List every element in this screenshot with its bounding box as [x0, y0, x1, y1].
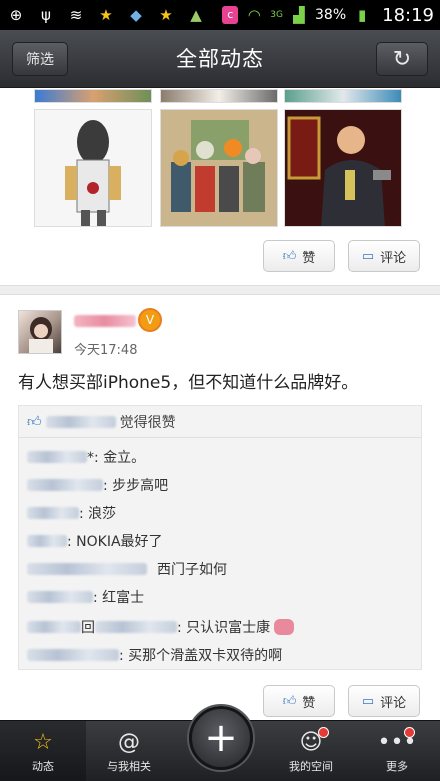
- photo-thumbnail[interactable]: [160, 109, 278, 227]
- battery-percent: 38%: [315, 7, 347, 23]
- photo-thumbnail[interactable]: [284, 89, 402, 103]
- comment-reply-text: 回: [81, 620, 95, 636]
- add-icon: ⊕: [9, 6, 23, 24]
- compose-button[interactable]: +: [189, 706, 253, 770]
- photo-thumbnail[interactable]: [34, 109, 152, 227]
- comment-icon: ▭: [361, 693, 375, 709]
- nav-label: 与我相关: [107, 759, 151, 773]
- comment-button[interactable]: ▭ 评论: [348, 240, 420, 272]
- comment-item[interactable]: 西门子如何: [27, 558, 227, 580]
- nav-label: 更多: [386, 759, 408, 773]
- likes-text: 觉得很赞: [119, 414, 176, 431]
- android-icon: ▲: [190, 6, 202, 24]
- likes-row[interactable]: 👍︎ 觉得很赞: [19, 406, 421, 438]
- battery-icon: ▮: [357, 6, 367, 24]
- photo-thumbnail[interactable]: [34, 89, 152, 103]
- commenter-blurred: [27, 649, 119, 661]
- commenter-blurred: [27, 621, 81, 633]
- refresh-icon: ↻: [392, 46, 412, 72]
- comment-text: : NOKIA最好了: [67, 534, 163, 550]
- like-button[interactable]: 👍︎ 赞: [263, 240, 335, 272]
- commenter-blurred: [27, 507, 79, 519]
- nav-item-mentions[interactable]: @ 与我相关: [86, 721, 172, 781]
- like-label: 赞: [302, 250, 316, 266]
- comment-label: 评论: [380, 250, 407, 266]
- clock: 18:19: [382, 4, 434, 26]
- title-bar: 全部动态 筛选 ↻: [0, 30, 440, 88]
- comment-text: : 只认识富士康: [177, 620, 271, 636]
- comment-item[interactable]: : NOKIA最好了: [27, 530, 163, 552]
- avatar[interactable]: [18, 310, 62, 354]
- nav-item-feed[interactable]: ☆ 动态: [0, 721, 86, 781]
- comment-item[interactable]: 回 : 只认识富士康: [27, 616, 295, 638]
- comment-text: *: 金立。: [87, 450, 146, 466]
- commenter-blurred: [27, 535, 67, 547]
- nav-label: 动态: [32, 759, 54, 773]
- star-icon: ☆: [33, 729, 53, 755]
- comment-text: : 浪莎: [79, 506, 117, 522]
- reply-target-blurred: [95, 621, 177, 633]
- like-button[interactable]: 👍︎ 赞: [263, 685, 335, 717]
- status-bar: ⊕ ψ ≋ ★ ◆ ★ ▲ c ◠ 3G ▟ 38% ▮ 18:19: [0, 0, 440, 30]
- commenter-blurred: [27, 479, 103, 491]
- refresh-button[interactable]: ↻: [376, 42, 428, 76]
- comment-item[interactable]: *: 金立。: [27, 446, 145, 468]
- post-divider: [0, 285, 440, 295]
- pin-icon: ◆: [130, 6, 142, 24]
- comment-text: : 红富士: [93, 590, 145, 606]
- comments-box: 👍︎ 觉得很赞 *: 金立。 : 步步高吧 : 浪莎 : NOKIA最好了 西门…: [18, 405, 422, 670]
- illustration-image: [285, 110, 401, 226]
- post-text: 有人想买部iPhone5，但不知道什么品牌好。: [18, 373, 359, 393]
- star-icon: ★: [99, 6, 113, 24]
- thumbs-up-icon: 👍︎: [27, 414, 42, 430]
- network-type: 3G: [270, 10, 283, 20]
- comment-button[interactable]: ▭ 评论: [348, 685, 420, 717]
- avatar-image: [29, 317, 53, 353]
- thumbs-up-icon: 👍︎: [282, 693, 297, 709]
- nav-item-more[interactable]: ••• 更多: [354, 721, 440, 781]
- at-icon: @: [118, 729, 140, 755]
- illustration-image: [65, 120, 121, 226]
- feed[interactable]: 👍︎ 赞 ▭ 评论 V 今天17:48 有人想买部iPhone5，但不知道什么品…: [0, 89, 440, 720]
- comment-text: 西门子如何: [157, 562, 227, 578]
- thumbs-up-icon: 👍︎: [282, 248, 297, 264]
- comment-label: 评论: [380, 695, 407, 711]
- commenter-blurred: [27, 451, 87, 463]
- commenter-blurred: [27, 563, 147, 575]
- illustration-image: [161, 110, 277, 226]
- notification-dot: [404, 727, 415, 738]
- comment-item[interactable]: : 买那个滑盖双卡双待的啊: [27, 644, 282, 666]
- comment-icon: ▭: [361, 248, 375, 264]
- comment-text: : 买那个滑盖双卡双待的啊: [119, 648, 283, 664]
- notification-app-icon: c: [222, 6, 239, 24]
- photo-thumbnail[interactable]: [160, 89, 278, 103]
- comment-item[interactable]: : 红富士: [27, 586, 144, 608]
- comment-text: : 步步高吧: [103, 478, 169, 494]
- nav-label: 我的空间: [289, 759, 333, 773]
- post-time: 今天17:48: [74, 343, 138, 358]
- nav-item-my-space[interactable]: ☺ 我的空间: [268, 721, 354, 781]
- usb-icon: ψ: [41, 6, 51, 24]
- comment-item[interactable]: : 步步高吧: [27, 474, 168, 496]
- wifi-icon: ◠: [247, 6, 261, 24]
- like-label: 赞: [302, 695, 316, 711]
- notification-dot: [318, 727, 329, 738]
- photo-thumbnail[interactable]: [284, 109, 402, 227]
- plus-icon: +: [204, 715, 238, 761]
- comment-item[interactable]: : 浪莎: [27, 502, 116, 524]
- layers-icon: ≋: [69, 6, 83, 24]
- vip-badge-icon: V: [138, 308, 162, 332]
- pig-emoji-icon: [274, 619, 295, 635]
- signal-icon: ▟: [293, 6, 305, 24]
- star-icon: ★: [159, 6, 173, 24]
- commenter-blurred: [27, 591, 93, 603]
- username-blurred[interactable]: [74, 315, 136, 327]
- filter-button[interactable]: 筛选: [12, 42, 68, 76]
- liker-names-blurred: [45, 415, 116, 428]
